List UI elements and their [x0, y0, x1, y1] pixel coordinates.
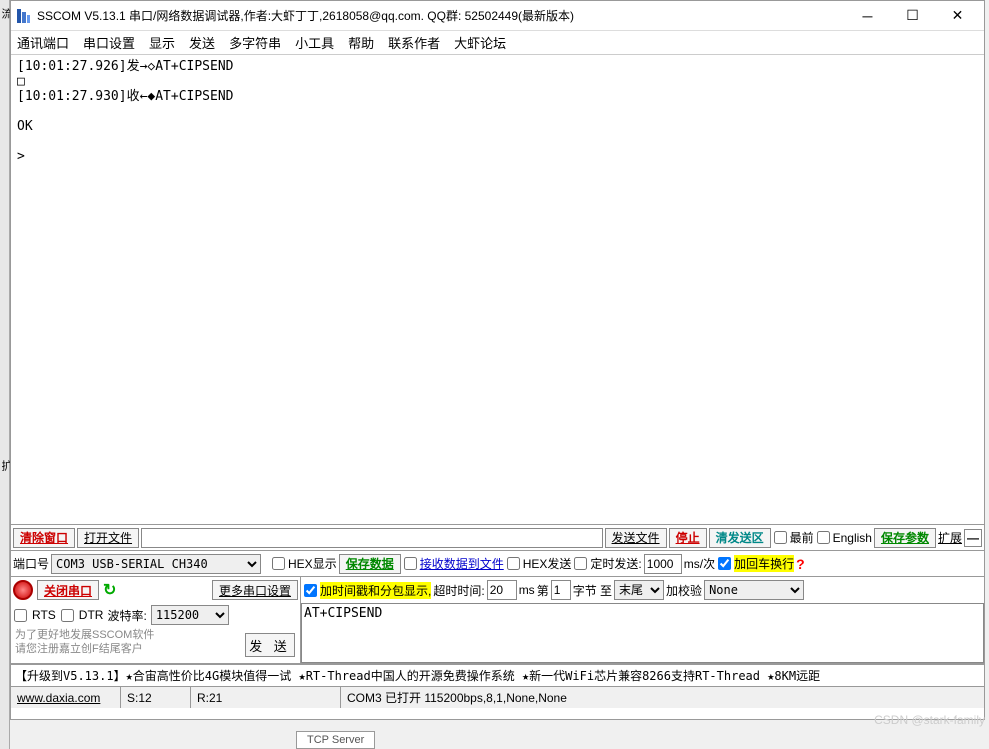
- send-file-button[interactable]: 发送文件: [605, 528, 667, 548]
- app-icon: [15, 8, 31, 24]
- toolbar-row4: 为了更好地发展SSCOM软件 请您注册嘉立创F结尾客户 发 送: [11, 626, 301, 664]
- hex-send-checkbox[interactable]: [507, 557, 520, 570]
- title-bar[interactable]: SSCOM V5.13.1 串口/网络数据调试器,作者:大虾丁丁,2618058…: [11, 1, 984, 31]
- topmost-checkbox[interactable]: [774, 531, 787, 544]
- byte-input[interactable]: [551, 580, 571, 600]
- recv-to-file-checkbox[interactable]: [404, 557, 417, 570]
- end-select[interactable]: 末尾: [614, 580, 664, 600]
- close-button[interactable]: ✕: [935, 2, 980, 30]
- timeout-input[interactable]: [487, 580, 517, 600]
- add-crlf-label: 加回车换行: [734, 555, 794, 572]
- window-title: SSCOM V5.13.1 串口/网络数据调试器,作者:大虾丁丁,2618058…: [37, 7, 845, 24]
- hex-send-label: HEX发送: [523, 555, 572, 572]
- baud-label: 波特率:: [107, 607, 146, 624]
- rts-label: RTS: [32, 608, 56, 622]
- watermark: CSDN @stark-family: [874, 713, 985, 727]
- baud-select[interactable]: 115200: [151, 605, 229, 625]
- menu-bar: 通讯端口 串口设置 显示 发送 多字符串 小工具 帮助 联系作者 大虾论坛: [11, 31, 984, 55]
- toolbar-row2: 端口号 COM3 USB-SERIAL CH340 HEX显示 保存数据 接收数…: [11, 551, 984, 577]
- checksum-label: 加校验: [666, 582, 702, 599]
- timed-send-label: 定时发送:: [590, 555, 641, 572]
- send-button[interactable]: 发 送: [245, 633, 295, 657]
- tcp-server-tab[interactable]: TCP Server: [296, 731, 375, 749]
- menu-port[interactable]: 通讯端口: [17, 33, 69, 52]
- save-data-button[interactable]: 保存数据: [339, 554, 401, 574]
- status-sent: S:12: [121, 687, 191, 708]
- hex-display-label: HEX显示: [288, 555, 337, 572]
- record-icon[interactable]: [13, 580, 33, 600]
- toolbar-row1: 清除窗口 打开文件 发送文件 停止 清发送区 最前 English 保存参数 扩…: [11, 525, 984, 551]
- checksum-select[interactable]: None: [704, 580, 804, 600]
- byte-pre-label: 第: [537, 582, 549, 599]
- timestamp-checkbox[interactable]: [304, 584, 317, 597]
- log-area[interactable]: [10:01:27.926]发→◇AT+CIPSEND □ [10:01:27.…: [11, 55, 984, 525]
- port-select[interactable]: COM3 USB-SERIAL CH340: [51, 554, 261, 574]
- menu-forum[interactable]: 大虾论坛: [454, 33, 506, 52]
- status-port: COM3 已打开 115200bps,8,1,None,None: [341, 687, 984, 708]
- refresh-icon[interactable]: ↻: [103, 580, 116, 600]
- timeout-unit: ms: [519, 583, 535, 597]
- add-crlf-checkbox[interactable]: [718, 557, 731, 570]
- timed-unit-label: ms/次: [684, 555, 715, 572]
- menu-send[interactable]: 发送: [189, 33, 215, 52]
- menu-contact[interactable]: 联系作者: [388, 33, 440, 52]
- tip-line2: 请您注册嘉立创F结尾客户: [15, 642, 237, 656]
- menu-display[interactable]: 显示: [149, 33, 175, 52]
- dtr-checkbox[interactable]: [61, 609, 74, 622]
- tips-area: 为了更好地发展SSCOM软件 请您注册嘉立创F结尾客户: [11, 626, 241, 664]
- port-label: 端口号: [13, 555, 49, 572]
- timeout-label: 超时时间:: [433, 582, 484, 599]
- menu-help[interactable]: 帮助: [348, 33, 374, 52]
- minimize-button[interactable]: ─: [845, 2, 890, 30]
- clear-window-button[interactable]: 清除窗口: [13, 528, 75, 548]
- main-window: SSCOM V5.13.1 串口/网络数据调试器,作者:大虾丁丁,2618058…: [10, 0, 985, 720]
- file-path-input[interactable]: [141, 528, 603, 548]
- byte-post-label: 字节 至: [573, 582, 612, 599]
- english-label: English: [833, 531, 872, 545]
- timestamp-label: 加时间戳和分包显示,: [320, 582, 431, 599]
- ad-bar[interactable]: 【升级到V5.13.1】★合宙高性价比4G模块值得一试 ★RT-Thread中国…: [11, 664, 984, 686]
- collapse-button[interactable]: —: [964, 529, 982, 547]
- topmost-label: 最前: [790, 529, 814, 546]
- send-textarea[interactable]: [301, 603, 984, 663]
- stop-button[interactable]: 停止: [669, 528, 707, 548]
- menu-serial-settings[interactable]: 串口设置: [83, 33, 135, 52]
- hex-display-checkbox[interactable]: [272, 557, 285, 570]
- save-params-button[interactable]: 保存参数: [874, 528, 936, 548]
- english-checkbox[interactable]: [817, 531, 830, 544]
- menu-multistring[interactable]: 多字符串: [229, 33, 281, 52]
- status-bar: www.daxia.com S:12 R:21 COM3 已打开 115200b…: [11, 686, 984, 708]
- tip-line1: 为了更好地发展SSCOM软件: [15, 628, 237, 642]
- timed-value-input[interactable]: [644, 554, 682, 574]
- status-site[interactable]: www.daxia.com: [11, 687, 121, 708]
- menu-tools[interactable]: 小工具: [295, 33, 334, 52]
- close-port-button[interactable]: 关闭串口: [37, 580, 99, 600]
- open-file-button[interactable]: 打开文件: [77, 528, 139, 548]
- maximize-button[interactable]: ☐: [890, 2, 935, 30]
- rts-checkbox[interactable]: [14, 609, 27, 622]
- dtr-label: DTR: [79, 608, 104, 622]
- timed-send-checkbox[interactable]: [574, 557, 587, 570]
- more-settings-button[interactable]: 更多串口设置: [212, 580, 298, 600]
- expand-button[interactable]: 扩展: [938, 529, 962, 546]
- help-icon[interactable]: ?: [796, 556, 805, 572]
- status-recv: R:21: [191, 687, 341, 708]
- recv-to-file-label[interactable]: 接收数据到文件: [420, 555, 504, 572]
- clear-send-button[interactable]: 清发送区: [709, 528, 771, 548]
